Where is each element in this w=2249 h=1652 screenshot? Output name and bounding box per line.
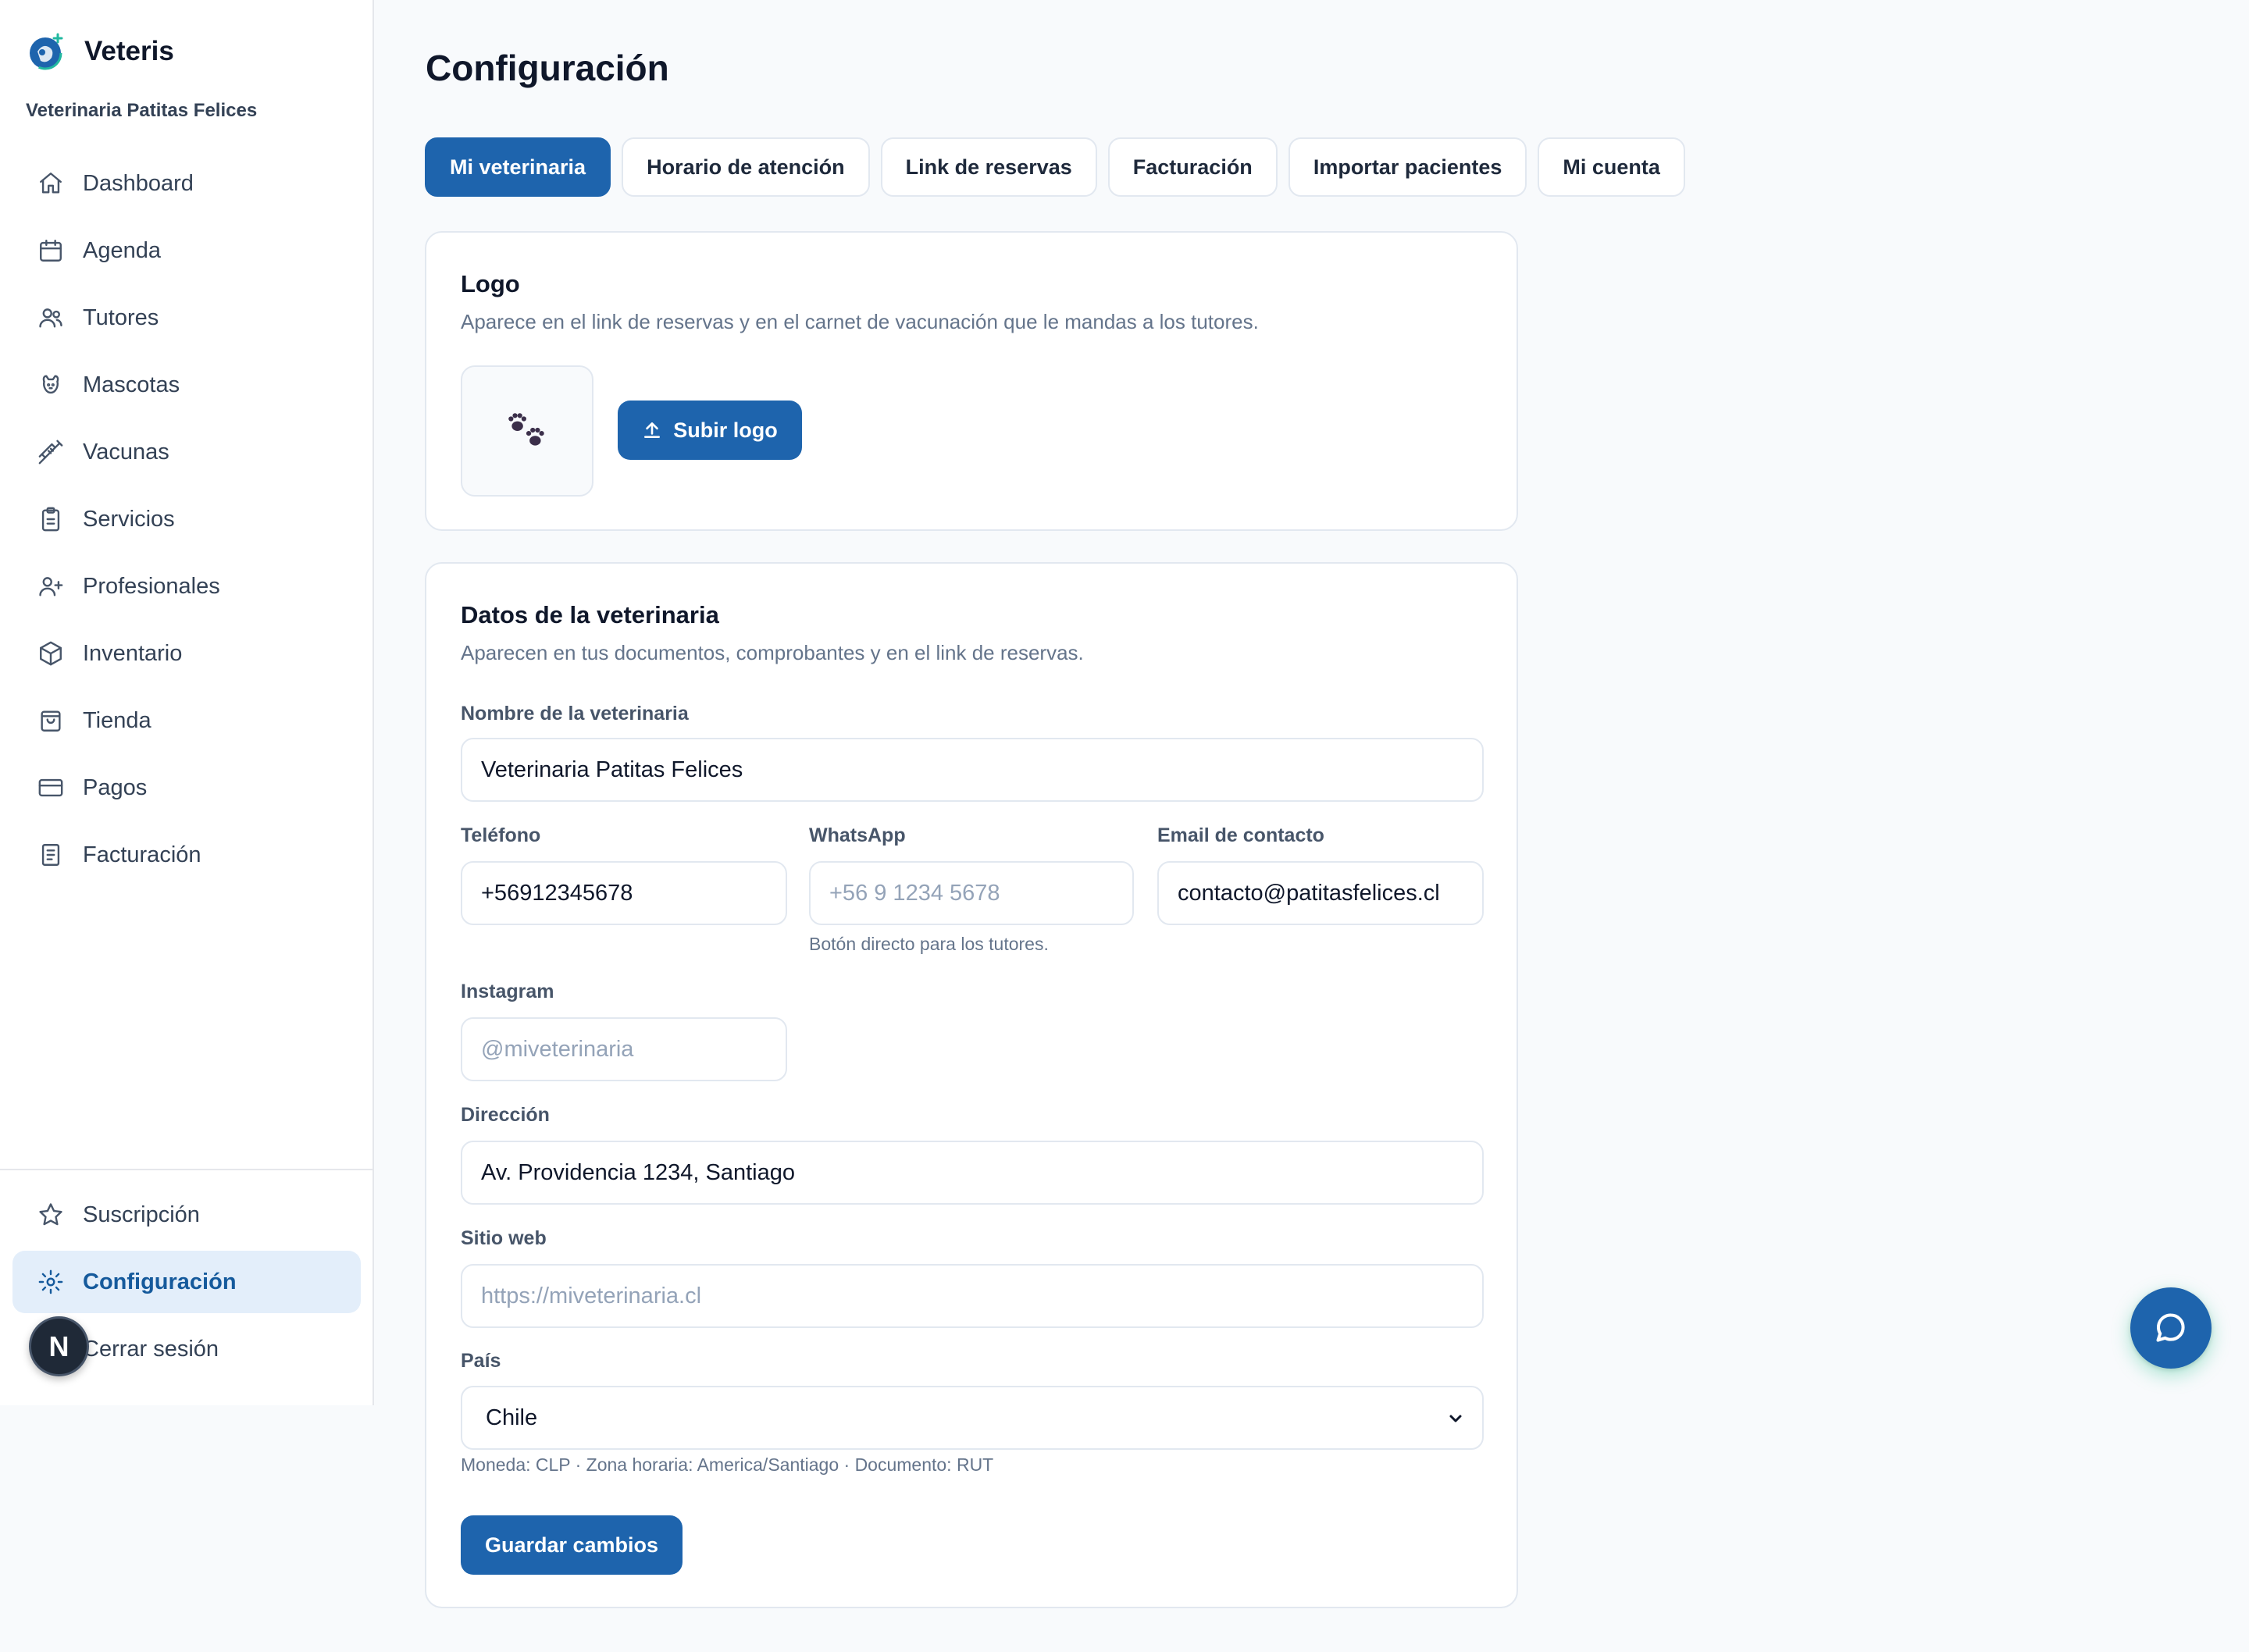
settings-tabs: Mi veterinaria Horario de atención Link …: [425, 137, 1685, 197]
sidebar: Veteris Veterinaria Patitas Felices Dash…: [0, 0, 374, 1405]
pais-select[interactable]: Chile: [461, 1386, 1484, 1450]
pais-hint: Moneda: CLP · Zona horaria: America/Sant…: [461, 1454, 994, 1475]
sidebar-item-label: Tienda: [83, 707, 151, 733]
datos-card: Datos de la veterinaria Aparecen en tus …: [425, 562, 1518, 1608]
direccion-label: Dirección: [461, 1104, 550, 1126]
email-label: Email de contacto: [1157, 824, 1324, 846]
pais-label: País: [461, 1350, 501, 1372]
clinic-name: Veterinaria Patitas Felices: [26, 100, 258, 121]
sidebar-item-label: Profesionales: [83, 573, 220, 599]
sidebar-item-profesionales[interactable]: Profesionales: [12, 555, 361, 618]
sidebar-item-label: Dashboard: [83, 170, 194, 196]
page-title: Configuración: [426, 48, 669, 88]
tab-facturacion[interactable]: Facturación: [1107, 137, 1278, 197]
whatsapp-label: WhatsApp: [809, 824, 906, 846]
tab-mi-cuenta[interactable]: Mi cuenta: [1538, 137, 1685, 197]
sidebar-item-tutores[interactable]: Tutores: [12, 287, 361, 349]
sidebar-item-vacunas[interactable]: Vacunas: [12, 421, 361, 483]
box-icon: [40, 641, 62, 666]
pais-select-value: Chile: [486, 1405, 538, 1430]
receipt-icon: [41, 844, 60, 866]
pet-icon: [42, 375, 59, 394]
instagram-label: Instagram: [461, 981, 554, 1002]
brand[interactable]: Veteris: [27, 31, 174, 72]
veteris-logo-icon: [28, 33, 63, 70]
sidebar-item-label: Tutores: [83, 304, 159, 330]
chat-button[interactable]: [2130, 1287, 2212, 1369]
upload-logo-label: Subir logo: [673, 418, 778, 442]
sidebar-item-label: Cerrar sesión: [83, 1336, 219, 1362]
sidebar-item-suscripcion[interactable]: Suscripción: [12, 1184, 361, 1246]
star-icon: [39, 1203, 62, 1226]
sidebar-nav: Dashboard Agenda Tutores Mascotas Vacuna…: [12, 152, 361, 891]
sidebar-item-label: Facturación: [83, 842, 201, 867]
telefono-input[interactable]: +56912345678: [461, 861, 787, 925]
nombre-input[interactable]: Veterinaria Patitas Felices: [461, 738, 1484, 802]
tab-importar-pacientes[interactable]: Importar pacientes: [1288, 137, 1527, 197]
telefono-label: Teléfono: [461, 824, 541, 846]
save-button[interactable]: Guardar cambios: [461, 1515, 683, 1575]
sidebar-item-tienda[interactable]: Tienda: [12, 689, 361, 752]
sitio-web-input[interactable]: https://miveterinaria.cl: [461, 1264, 1484, 1328]
app-root: Veteris Veterinaria Patitas Felices Dash…: [0, 0, 2249, 1652]
logo-card: Logo Aparece en el link de reservas y en…: [425, 231, 1518, 531]
logo-preview: [461, 365, 593, 497]
credit-card-icon: [38, 778, 63, 797]
settings-icon: [38, 1269, 63, 1294]
user-avatar-badge[interactable]: N: [29, 1316, 89, 1376]
users-icon: [39, 308, 62, 328]
sidebar-item-label: Servicios: [83, 506, 175, 532]
brand-name: Veteris: [84, 36, 174, 66]
chevron-down-icon: [1449, 1415, 1462, 1422]
sidebar-item-label: Suscripción: [83, 1202, 200, 1227]
user-plus-icon: [39, 577, 63, 596]
tab-horario[interactable]: Horario de atención: [622, 137, 870, 197]
sidebar-item-inventario[interactable]: Inventario: [12, 622, 361, 685]
chat-bubble-icon: [2156, 1313, 2185, 1342]
sidebar-item-label: Configuración: [83, 1269, 237, 1294]
sidebar-item-servicios[interactable]: Servicios: [12, 488, 361, 550]
direccion-input[interactable]: Av. Providencia 1234, Santiago: [461, 1141, 1484, 1205]
logo-card-title: Logo: [461, 270, 520, 297]
clipboard-icon: [41, 507, 60, 532]
sidebar-item-configuracion[interactable]: Configuración: [12, 1251, 361, 1313]
sidebar-divider: [0, 1169, 374, 1170]
calendar-icon: [40, 240, 62, 262]
shopping-bag-icon: [41, 710, 61, 732]
logo-card-description: Aparece en el link de reservas y en el c…: [461, 310, 1259, 333]
tab-link-reservas[interactable]: Link de reservas: [880, 137, 1097, 197]
sidebar-item-dashboard[interactable]: Dashboard: [12, 152, 361, 215]
whatsapp-hint: Botón directo para los tutores.: [809, 934, 1049, 954]
sidebar-item-label: Agenda: [83, 237, 161, 263]
datos-card-description: Aparecen en tus documentos, comprobantes…: [461, 641, 1084, 664]
sidebar-item-label: Inventario: [83, 640, 183, 666]
home-icon: [40, 173, 62, 194]
upload-logo-button[interactable]: Subir logo: [618, 401, 802, 460]
whatsapp-input[interactable]: +56 9 1234 5678: [809, 861, 1134, 925]
sidebar-item-mascotas[interactable]: Mascotas: [12, 354, 361, 416]
sidebar-item-agenda[interactable]: Agenda: [12, 219, 361, 282]
sidebar-item-label: Vacunas: [83, 439, 169, 465]
sidebar-item-facturacion[interactable]: Facturación: [12, 824, 361, 886]
sidebar-item-label: Mascotas: [83, 372, 180, 397]
tab-mi-veterinaria[interactable]: Mi veterinaria: [425, 137, 611, 197]
nombre-label: Nombre de la veterinaria: [461, 703, 689, 725]
email-input[interactable]: contacto@patitasfelices.cl: [1157, 861, 1484, 925]
sidebar-item-pagos[interactable]: Pagos: [12, 757, 361, 819]
sitio-web-label: Sitio web: [461, 1227, 547, 1249]
datos-card-title: Datos de la veterinaria: [461, 601, 719, 628]
sidebar-item-label: Pagos: [83, 774, 148, 800]
instagram-input[interactable]: @miveterinaria: [461, 1017, 787, 1081]
paw-icon: [508, 413, 544, 446]
syringe-icon: [38, 440, 63, 465]
upload-icon: [644, 422, 661, 438]
